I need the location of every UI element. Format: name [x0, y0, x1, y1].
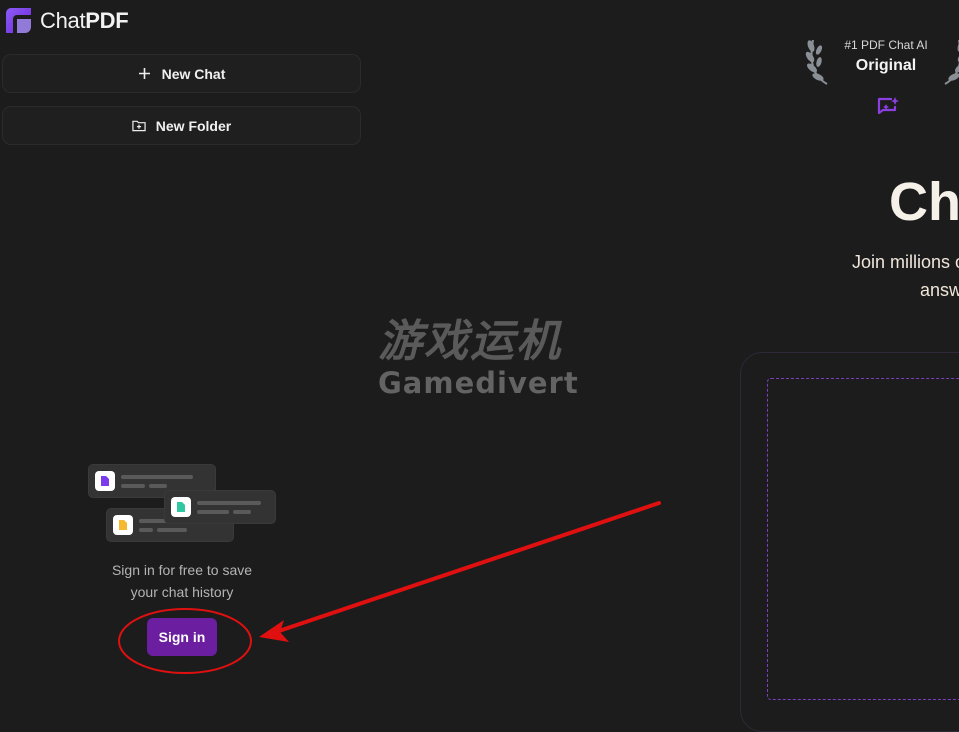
laurel-right-icon — [944, 40, 959, 85]
new-chat-button[interactable]: New Chat — [2, 54, 361, 93]
chatpdf-logo-icon — [6, 8, 31, 33]
illustration-card — [164, 490, 276, 524]
badge-caption: #1 PDF Chat AI — [844, 38, 928, 52]
chat-history-illustration — [86, 462, 278, 544]
sign-in-button[interactable]: Sign in — [147, 618, 217, 656]
green-document-icon — [171, 497, 191, 517]
chat-sparkle-icon — [877, 97, 899, 115]
folder-plus-icon — [132, 119, 146, 133]
sidebar: ChatPDF New Chat New Folder Sign in for … — [0, 0, 364, 714]
hero-subtitle-line-2: answ — [920, 280, 959, 300]
new-folder-button[interactable]: New Folder — [2, 106, 361, 145]
app-logo[interactable]: ChatPDF — [3, 5, 129, 36]
badge-title: Original — [855, 57, 917, 74]
purple-document-icon — [95, 471, 115, 491]
laurel-left-icon — [805, 39, 828, 85]
plus-icon — [138, 67, 152, 81]
hero-title: Ch — [889, 172, 959, 232]
hero-subtitle-line-1: Join millions o — [852, 252, 959, 272]
new-chat-label: New Chat — [161, 65, 226, 82]
yellow-document-icon — [113, 515, 133, 535]
signin-message-line-1: Sign in for free to save — [111, 562, 253, 578]
award-badge: #1 PDF Chat AI Original — [803, 28, 959, 92]
pdf-drop-zone[interactable] — [767, 378, 959, 700]
signin-message-line-2: your chat history — [130, 584, 234, 600]
new-folder-label: New Folder — [155, 117, 232, 134]
signin-message: Sign in for free to save your chat histo… — [88, 559, 276, 603]
app-name: ChatPDF — [40, 7, 129, 33]
